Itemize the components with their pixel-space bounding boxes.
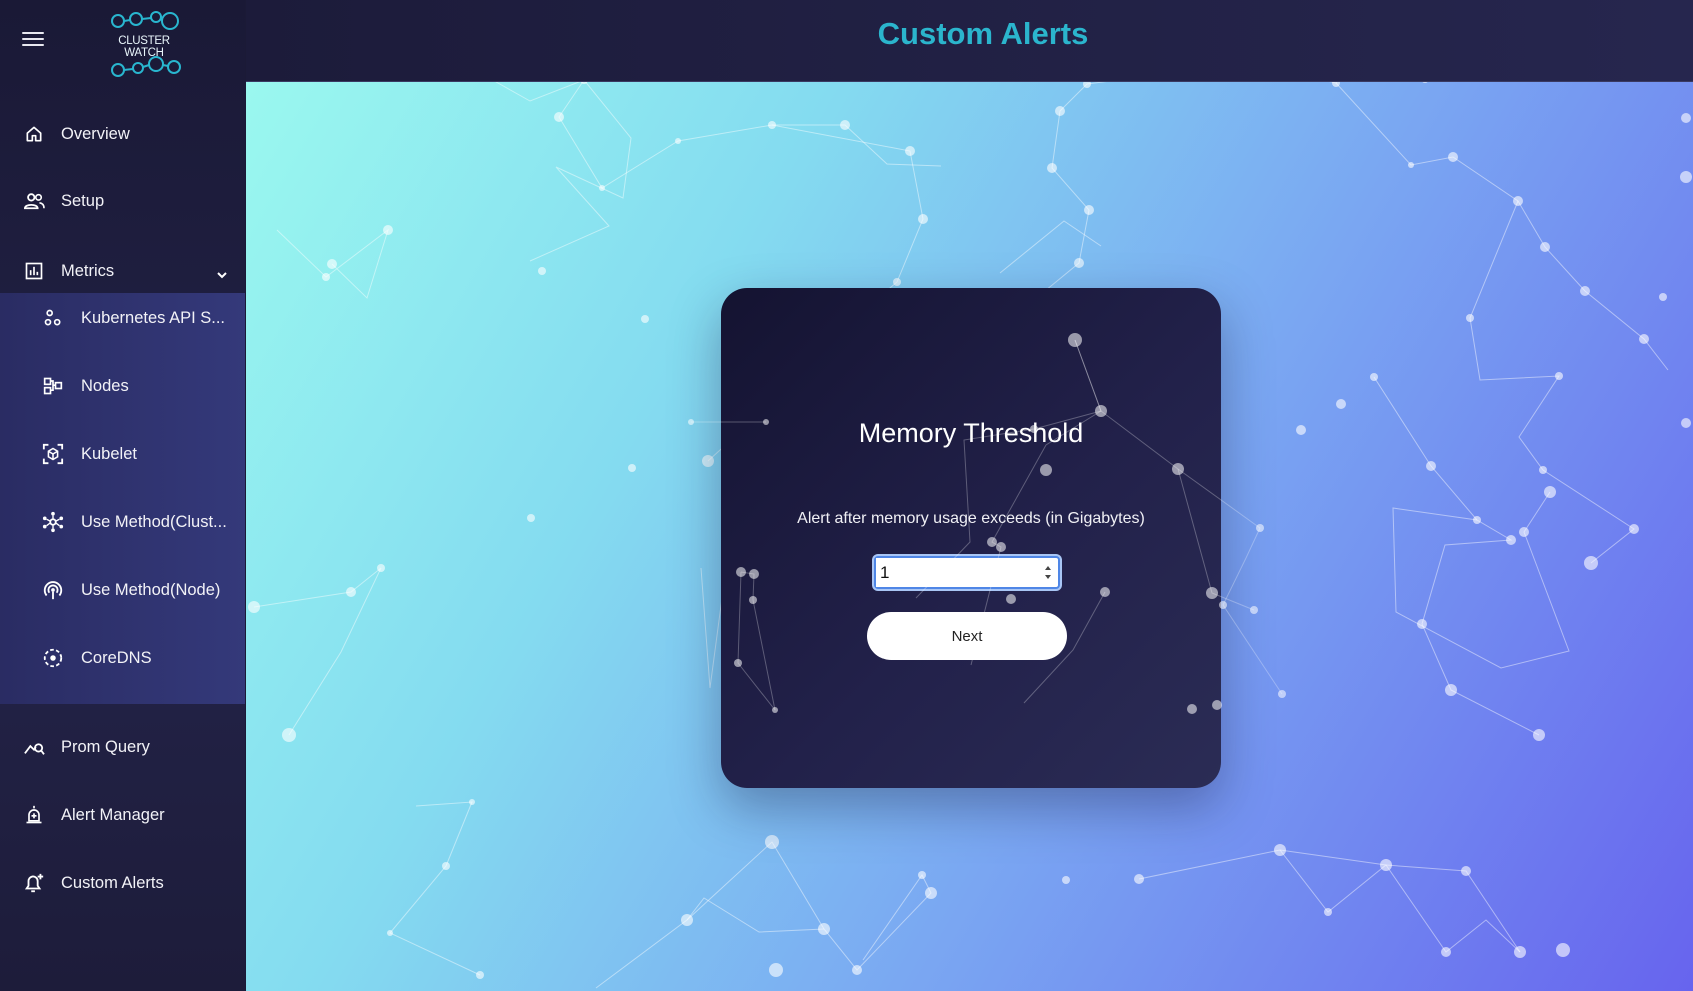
cube-scan-icon <box>42 443 64 465</box>
sidebar-item-setup[interactable]: Setup <box>0 176 245 226</box>
users-icon <box>23 190 45 212</box>
sidebar-item-label: Overview <box>61 124 130 143</box>
sidebar-item-label: Kubelet <box>81 444 137 463</box>
sidebar-item-coredns[interactable]: CoreDNS <box>0 633 245 683</box>
wireless-icon <box>42 579 64 601</box>
hub-icon <box>42 307 64 329</box>
sidebar-item-label: Prom Query <box>61 737 150 756</box>
chevron-down-icon[interactable] <box>216 270 228 280</box>
schema-icon <box>42 375 64 397</box>
sidebar-item-metrics[interactable]: Metrics <box>0 246 245 296</box>
sidebar-item-use-method-node[interactable]: Use Method(Node) <box>0 565 245 615</box>
page-header: Custom Alerts <box>246 0 1693 82</box>
sidebar-item-label: Kubernetes API S... <box>81 308 226 327</box>
page-title: Custom Alerts <box>877 16 1089 51</box>
logo-text: CLUSTER WATCH <box>118 35 170 59</box>
memory-threshold-field[interactable] <box>874 556 1060 589</box>
sidebar-item-use-method-cluster[interactable]: Use Method(Clust... <box>0 497 245 547</box>
sidebar-item-label: Nodes <box>81 376 129 395</box>
sidebar-item-kubernetes-api[interactable]: Kubernetes API S... <box>0 293 245 343</box>
cluster-watch-logo[interactable]: CLUSTER WATCH <box>98 8 190 78</box>
sidebar-item-prom-query[interactable]: Prom Query <box>0 722 245 772</box>
sidebar-item-label: Use Method(Node) <box>81 580 221 599</box>
network-hub-icon <box>42 511 64 533</box>
sidebar-item-label: Metrics <box>61 261 115 280</box>
number-spinner-icon[interactable] <box>1042 561 1054 584</box>
alarm-icon <box>23 804 45 826</box>
sidebar-item-alert-manager[interactable]: Alert Manager <box>0 790 245 840</box>
memory-threshold-input[interactable] <box>876 558 1036 587</box>
sidebar-item-custom-alerts[interactable]: Custom Alerts <box>0 858 245 908</box>
next-button[interactable]: Next <box>867 612 1067 660</box>
menu-icon[interactable] <box>22 32 44 50</box>
card-description: Alert after memory usage exceeds (in Gig… <box>797 510 1145 527</box>
sidebar-item-label: Custom Alerts <box>61 873 164 892</box>
sidebar: CLUSTER WATCH Overview Setup Metrics Kub… <box>0 0 245 991</box>
query-chart-icon <box>23 736 45 758</box>
home-icon <box>23 123 45 145</box>
sidebar-item-label: CoreDNS <box>81 648 152 667</box>
card-title: Memory Threshold <box>858 418 1084 448</box>
sidebar-item-label: Alert Manager <box>61 805 165 824</box>
dashed-circle-icon <box>42 647 64 669</box>
bar-chart-icon <box>23 260 45 282</box>
sidebar-item-label: Use Method(Clust... <box>81 512 227 531</box>
metrics-submenu: Kubernetes API S... Nodes Kubelet Use Me… <box>0 293 245 704</box>
add-alert-icon <box>23 872 45 894</box>
sidebar-item-label: Setup <box>61 191 105 210</box>
sidebar-item-nodes[interactable]: Nodes <box>0 361 245 411</box>
main-content: Custom Alerts Memory Threshold Alert aft… <box>246 0 1693 991</box>
sidebar-item-overview[interactable]: Overview <box>0 109 245 159</box>
sidebar-item-kubelet[interactable]: Kubelet <box>0 429 245 479</box>
memory-threshold-card: Memory Threshold Alert after memory usag… <box>721 288 1221 788</box>
